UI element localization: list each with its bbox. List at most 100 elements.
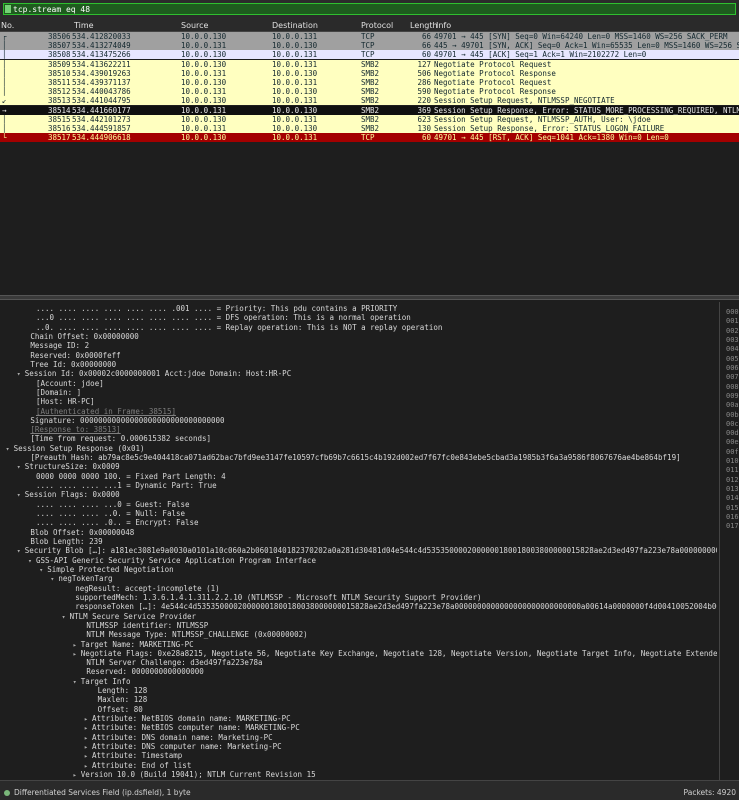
detail-tree-item[interactable]: [Preauth Hash: ab79ac8e5c9e404418ca071ad… xyxy=(0,453,717,462)
column-header-time[interactable]: Time xyxy=(74,21,94,30)
detail-tree-item[interactable]: Signature: 00000000000000000000000000000… xyxy=(0,416,717,425)
detail-tree-item[interactable]: ▾ NTLM Secure Service Provider xyxy=(0,612,717,621)
packet-source: 10.0.0.130 xyxy=(181,114,227,124)
detail-tree-item[interactable]: ▸ Attribute: DNS domain name: Marketing-P… xyxy=(0,733,717,742)
column-header-destination[interactable]: Destination xyxy=(272,21,318,30)
detail-tree-item[interactable]: Offset: 80 xyxy=(0,705,717,714)
hex-offset: 00f0 xyxy=(726,447,739,456)
detail-tree-item[interactable]: Blob Length: 239 xyxy=(0,537,717,546)
packet-row[interactable]: │ 38511 534.439371137 10.0.0.130 10.0.0.131 S… xyxy=(0,78,739,87)
pane-splitter[interactable] xyxy=(0,295,739,300)
column-header-no[interactable]: No. xyxy=(1,21,14,30)
expert-info-icon[interactable] xyxy=(4,790,10,796)
column-header-info[interactable]: Info xyxy=(436,21,451,30)
conversation-marker: │ xyxy=(2,59,7,69)
collapse-right-icon[interactable]: ▸ xyxy=(73,771,81,780)
detail-tree-item[interactable]: ..0. .... .... .... .... .... .... .... … xyxy=(0,323,717,332)
detail-tree-item[interactable]: Chain Offset: 0x00000000 xyxy=(0,332,717,341)
detail-tree-item[interactable]: ▸ Target Name: MARKETING-PC xyxy=(0,640,717,649)
detail-tree-item[interactable]: ▾ Session Setup Response (0x01) xyxy=(0,444,717,453)
packet-count: Packets: 4920 xyxy=(683,788,736,797)
detail-tree-item[interactable]: ▾ Target Info xyxy=(0,677,717,686)
packet-time: 534.439371137 xyxy=(72,78,131,87)
detail-tree-item[interactable]: Reserved: 0000000000000000 xyxy=(0,667,717,676)
detail-tree-item[interactable]: Blob Offset: 0x00000048 xyxy=(0,528,717,537)
detail-tree-text: Session Flags: 0x0000 xyxy=(24,490,120,500)
packet-row[interactable]: │ 38508 534.413475266 10.0.0.130 10.0.0.131 T… xyxy=(0,50,739,60)
detail-tree-item[interactable]: ▾ GSS-API Generic Security Service Applic… xyxy=(0,556,717,565)
detail-tree-item[interactable]: [Authenticated in Frame: 38515] xyxy=(0,407,717,416)
packet-number: 38513 xyxy=(48,96,71,106)
packet-time: 534.412820033 xyxy=(72,32,131,41)
packet-number: 38512 xyxy=(48,87,71,97)
detail-tree-item[interactable]: [Response to: 38513] xyxy=(0,425,717,434)
packet-row[interactable]: │ 38507 534.413274049 10.0.0.131 10.0.0.130 T… xyxy=(0,41,739,51)
packet-length: 369 xyxy=(417,105,431,115)
detail-tree-item[interactable]: Message ID: 2 xyxy=(0,341,717,350)
hex-offset: 0150 xyxy=(726,503,739,512)
conversation-marker: │ xyxy=(2,124,7,133)
column-header-protocol[interactable]: Protocol xyxy=(361,21,393,30)
detail-tree-item[interactable]: ▾ Security Blob […]: a181ec3081e9a0030a01… xyxy=(0,546,717,555)
detail-tree-item[interactable]: ▾ negTokenTarg xyxy=(0,574,717,583)
detail-tree-item[interactable]: .... .... .... ..0. = Null: False xyxy=(0,509,717,518)
detail-tree-item[interactable]: [Time from request: 0.000615382 seconds] xyxy=(0,434,717,443)
packet-protocol: TCP xyxy=(361,32,375,41)
detail-tree-item[interactable]: .... .... .... ...0 = Guest: False xyxy=(0,500,717,509)
packet-number: 38514 xyxy=(48,105,71,115)
detail-tree-text: .... .... .... ..0. = Null: False xyxy=(36,509,186,519)
detail-tree-item[interactable]: NTLM Message Type: NTLMSSP_CHALLENGE (0x… xyxy=(0,630,717,639)
detail-tree-item[interactable]: ▸ Version 10.0 (Build 19041); NTLM Curren… xyxy=(0,770,717,779)
packet-row[interactable]: └ 38517 534.444906618 10.0.0.130 10.0.0.131 T… xyxy=(0,133,739,143)
packet-row[interactable]: │ 38510 534.439019263 10.0.0.131 10.0.0.130 S… xyxy=(0,68,739,78)
packet-bytes-pane[interactable]: 0000001000200030004000500060007000800090… xyxy=(719,302,739,780)
detail-tree-item[interactable]: ▾ StructureSize: 0x0009 xyxy=(0,462,717,471)
detail-tree-item[interactable]: Tree Id: 0x00000000 xyxy=(0,360,717,369)
detail-tree-item[interactable]: [Domain: ] xyxy=(0,388,717,397)
detail-tree-item[interactable]: ▸ Attribute: Timestamp xyxy=(0,751,717,760)
detail-tree-item[interactable]: ▾ Simple Protected Negotiation xyxy=(0,565,717,574)
packet-row[interactable]: ↙ 38513 534.441044795 10.0.0.130 10.0.0.131 S… xyxy=(0,96,739,106)
packet-destination: 10.0.0.130 xyxy=(272,41,318,51)
bookmark-icon[interactable] xyxy=(5,5,11,13)
detail-tree-item[interactable]: .... .... .... ...1 = Dynamic Part: True xyxy=(0,481,717,490)
detail-tree-item[interactable]: ▸ Attribute: NetBIOS computer name: MARKE… xyxy=(0,723,717,732)
detail-tree-item[interactable]: [Host: HR-PC] xyxy=(0,397,717,406)
packet-row[interactable]: │ 38516 534.444591857 10.0.0.131 10.0.0.130 S… xyxy=(0,124,739,133)
hex-offset: 0110 xyxy=(726,466,739,475)
packet-row[interactable]: → 38514 534.441660177 10.0.0.131 10.0.0.130 S… xyxy=(0,105,739,115)
packet-info: 445 → 49701 [SYN, ACK] Seq=0 Ack=1 Win=6… xyxy=(434,41,739,51)
column-header-length[interactable]: Length xyxy=(410,21,438,30)
detail-tree-item[interactable]: ▸ Attribute: DNS computer name: Marketing… xyxy=(0,742,717,751)
detail-tree-item[interactable]: ▾ Session Flags: 0x0000 xyxy=(0,490,717,499)
detail-tree-text: Attribute: DNS domain name: Marketing-PC xyxy=(92,732,273,742)
packet-row[interactable]: │ 38515 534.442101273 10.0.0.130 10.0.0.131 S… xyxy=(0,114,739,124)
detail-tree-item[interactable]: ▸ Negotiate Flags: 0xe28a8215, Negotiate … xyxy=(0,649,717,658)
detail-tree-item[interactable]: NTLM Server Challenge: d3ed497fa223e78a xyxy=(0,658,717,667)
conversation-marker: │ xyxy=(2,50,7,60)
detail-tree-item[interactable]: ▸ Attribute: End of list xyxy=(0,761,717,770)
conversation-marker: │ xyxy=(2,41,7,51)
packet-details-tree[interactable]: .... .... .... .... .... .... .001 .... … xyxy=(0,302,717,780)
packet-row[interactable]: │ 38509 534.413622211 10.0.0.130 10.0.0.131 S… xyxy=(0,59,739,69)
detail-tree-item[interactable]: .... .... .... .... .... .... .001 .... … xyxy=(0,304,717,313)
detail-tree-item[interactable]: ...0 .... .... .... .... .... .... .... … xyxy=(0,313,717,322)
display-filter-input[interactable]: tcp.stream eq 48 xyxy=(3,3,736,15)
detail-tree-item[interactable]: Length: 128 xyxy=(0,686,717,695)
packet-row[interactable]: ┌ 38506 534.412820033 10.0.0.130 10.0.0.131 T… xyxy=(0,32,739,41)
detail-tree-text: ...0 .... .... .... .... .... .... .... … xyxy=(36,313,411,323)
detail-tree-item[interactable]: ▸ Attribute: NetBIOS domain name: MARKETI… xyxy=(0,714,717,723)
detail-tree-item[interactable]: NTLMSSP identifier: NTLMSSP xyxy=(0,621,717,630)
detail-tree-item[interactable]: responseToken […]: 4e544c4d5353500002000… xyxy=(0,602,717,611)
detail-tree-item[interactable]: ▾ Session Id: 0x00002c0000000001 Acct:jdo… xyxy=(0,369,717,378)
column-header-source[interactable]: Source xyxy=(181,21,208,30)
detail-tree-item[interactable]: Maxlen: 128 xyxy=(0,695,717,704)
detail-tree-item[interactable]: supportedMech: 1.3.6.1.4.1.311.2.2.10 (N… xyxy=(0,593,717,602)
detail-tree-item[interactable]: 0000 0000 0000 100. = Fixed Part Length:… xyxy=(0,472,717,481)
packet-list[interactable]: No. Time Source Destination Protocol Len… xyxy=(0,20,739,295)
detail-tree-item[interactable]: .... .... .... .0.. = Encrypt: False xyxy=(0,518,717,527)
packet-row[interactable]: │ 38512 534.440043786 10.0.0.131 10.0.0.130 S… xyxy=(0,87,739,97)
detail-tree-item[interactable]: Reserved: 0x0000feff xyxy=(0,351,717,360)
detail-tree-item[interactable]: [Account: jdoe] xyxy=(0,379,717,388)
detail-tree-item[interactable]: negResult: accept-incomplete (1) xyxy=(0,584,717,593)
